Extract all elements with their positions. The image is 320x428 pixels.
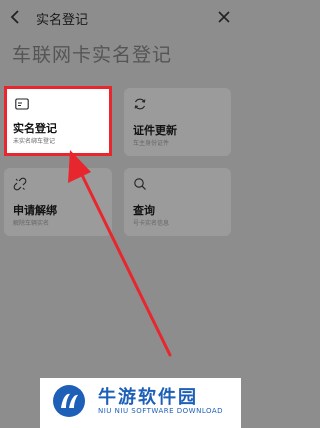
- watermark-name: 牛游软件园: [98, 387, 198, 408]
- brand-logo-icon: [53, 385, 85, 417]
- annotation-arrow: [68, 150, 172, 357]
- watermark-logo: 牛游软件园 NIU NIU SOFTWARE DOWNLOAD: [40, 378, 241, 428]
- watermark-english: NIU NIU SOFTWARE DOWNLOAD: [98, 407, 224, 415]
